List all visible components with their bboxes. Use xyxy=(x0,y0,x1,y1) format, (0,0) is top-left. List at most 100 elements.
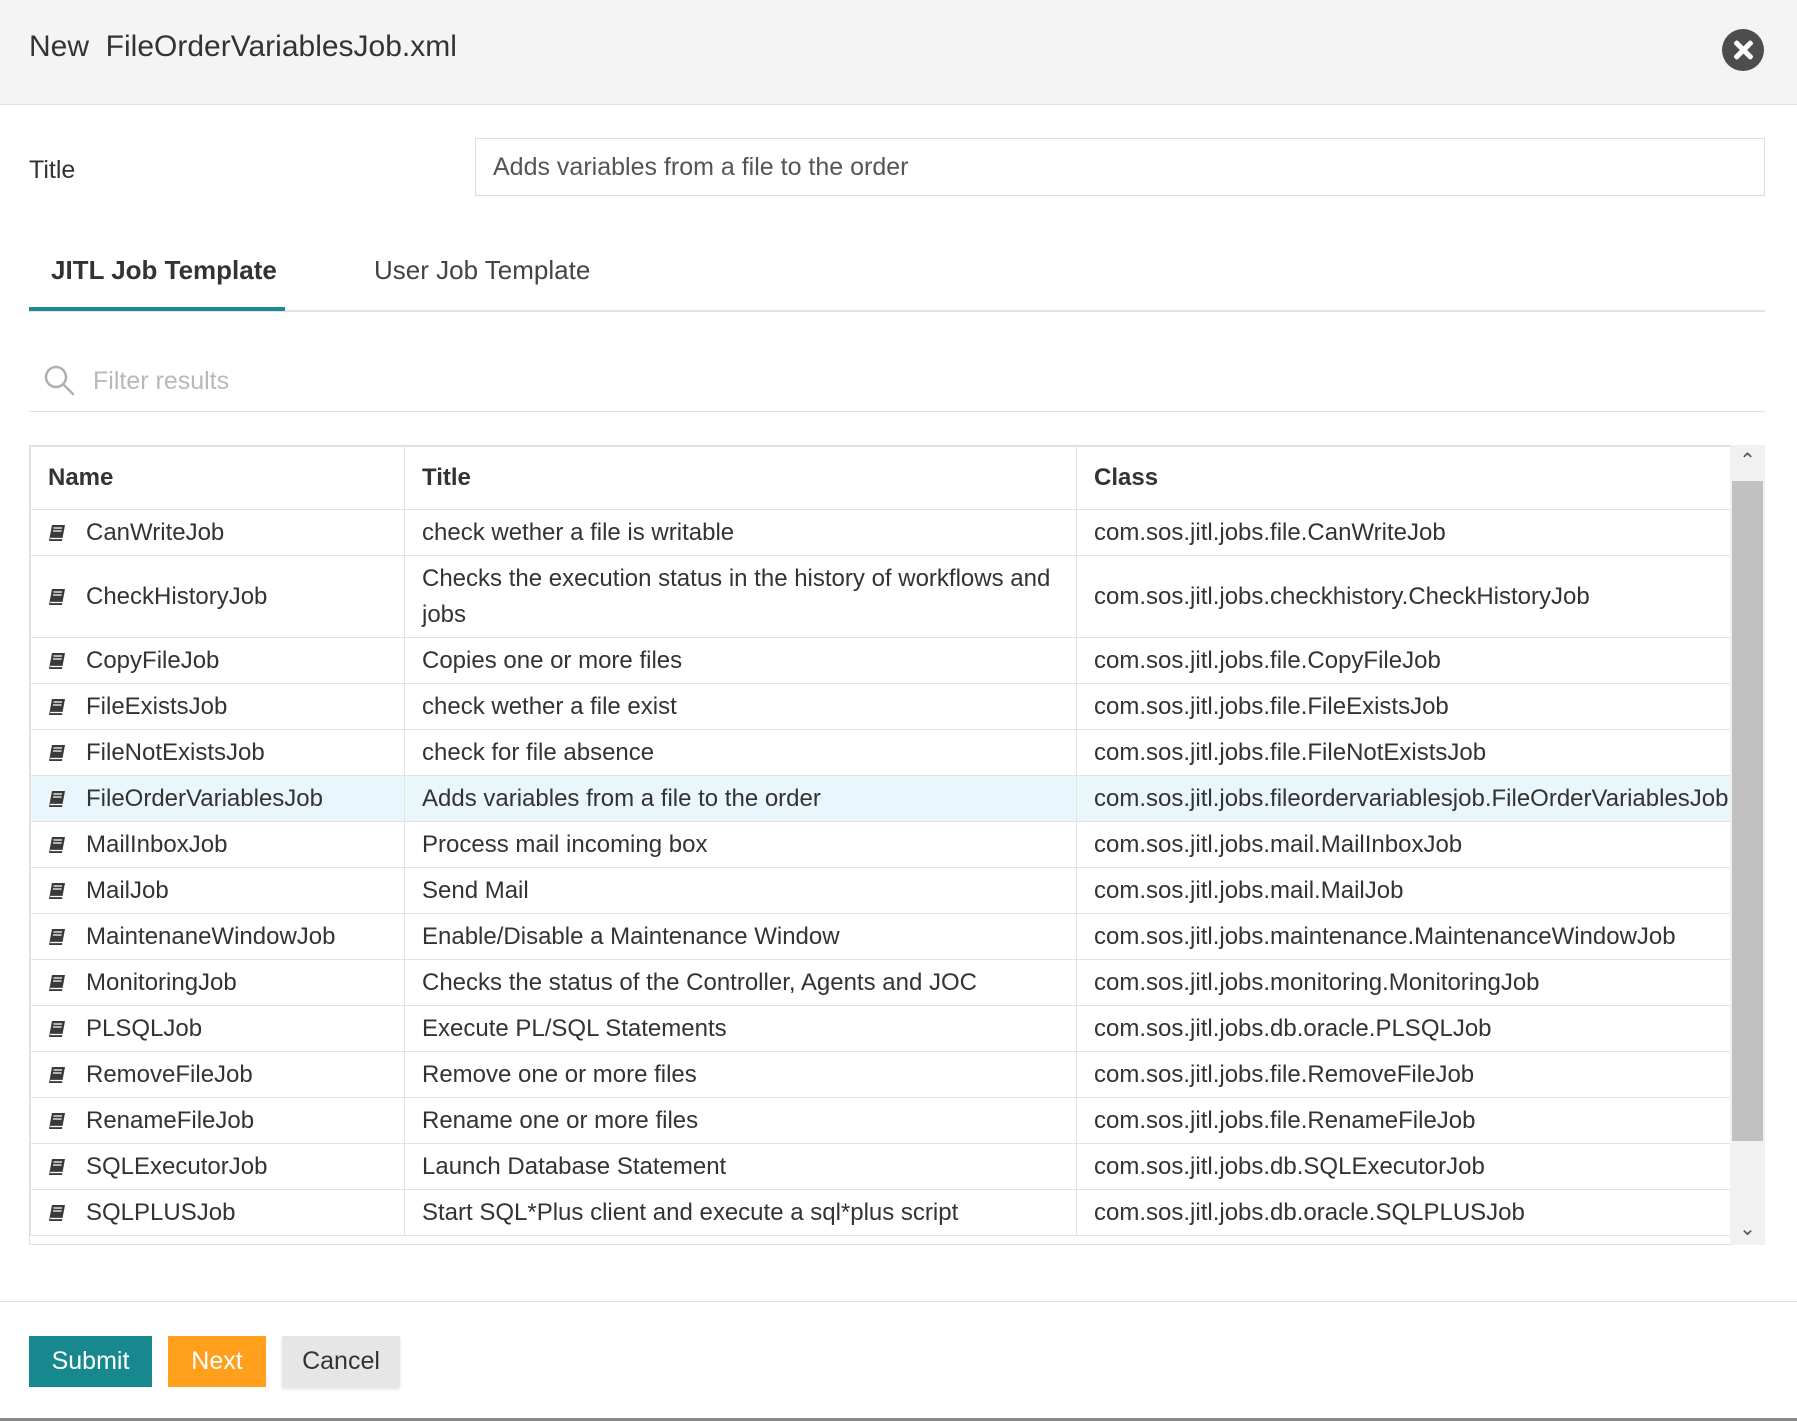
book-icon xyxy=(49,836,65,853)
cell-name: CheckHistoryJob xyxy=(30,555,405,638)
table-row[interactable]: MaintenaneWindowJob Enable/Disable a Main… xyxy=(30,913,1732,960)
table-row[interactable]: FileNotExistsJob check for file absence co… xyxy=(30,729,1732,776)
table-row[interactable]: CanWriteJob check wether a file is writab… xyxy=(30,509,1732,556)
job-name: SQLPLUSJob xyxy=(86,1198,236,1226)
table-row[interactable]: RenameFileJob Rename one or more files com… xyxy=(30,1097,1732,1144)
cell-title: check for file absence xyxy=(404,729,1077,776)
cancel-button[interactable]: Cancel xyxy=(282,1336,400,1387)
table-row[interactable]: PLSQLJob Execute PL/SQL Statements com.sos… xyxy=(30,1005,1732,1052)
cell-name: MailInboxJob xyxy=(30,821,405,868)
submit-button[interactable]: Submit xyxy=(29,1336,152,1387)
cell-name: FileOrderVariablesJob xyxy=(30,775,405,822)
column-header-title[interactable]: Title xyxy=(404,446,1077,510)
active-tab-indicator xyxy=(29,307,285,311)
book-icon xyxy=(49,524,65,541)
column-header-name[interactable]: Name xyxy=(30,446,405,510)
cell-name: FileNotExistsJob xyxy=(30,729,405,776)
cell-title: Checks the status of the Controller, Age… xyxy=(404,959,1077,1006)
cell-title: Enable/Disable a Maintenance Window xyxy=(404,913,1077,960)
cell-class: com.sos.jitl.jobs.db.oracle.SQLPLUSJob xyxy=(1076,1189,1732,1236)
cell-name: MailJob xyxy=(30,867,405,914)
book-icon xyxy=(49,1158,65,1175)
cell-title: Launch Database Statement xyxy=(404,1143,1077,1190)
table-scrollbar[interactable]: ⌃ ⌄ xyxy=(1730,445,1765,1245)
cell-name: SQLExecutorJob xyxy=(30,1143,405,1190)
column-header-class[interactable]: Class xyxy=(1076,446,1732,510)
book-icon xyxy=(49,928,65,945)
cell-name: PLSQLJob xyxy=(30,1005,405,1052)
book-icon xyxy=(49,1020,65,1037)
scrollbar-thumb[interactable] xyxy=(1732,481,1763,1141)
job-name: FileNotExistsJob xyxy=(86,738,265,766)
search-icon xyxy=(44,365,75,396)
table-row[interactable]: RemoveFileJob Remove one or more files com… xyxy=(30,1051,1732,1098)
job-name: RemoveFileJob xyxy=(86,1060,253,1088)
cell-title: Copies one or more files xyxy=(404,637,1077,684)
cell-class: com.sos.jitl.jobs.db.SQLExecutorJob xyxy=(1076,1143,1732,1190)
table-body: CanWriteJob check wether a file is writab… xyxy=(30,509,1732,1236)
book-icon xyxy=(49,882,65,899)
job-name: MailJob xyxy=(86,876,169,904)
cell-name: SQLPLUSJob xyxy=(30,1189,405,1236)
table-row[interactable]: SQLExecutorJob Launch Database Statement c… xyxy=(30,1143,1732,1190)
cell-class: com.sos.jitl.jobs.checkhistory.CheckHist… xyxy=(1076,555,1732,638)
job-name: RenameFileJob xyxy=(86,1106,255,1134)
cell-title: Adds variables from a file to the order xyxy=(404,775,1077,822)
title-input[interactable] xyxy=(475,138,1765,196)
cell-class: com.sos.jitl.jobs.mail.MailInboxJob xyxy=(1076,821,1732,868)
job-name: FileExistsJob xyxy=(86,692,228,720)
cell-class: com.sos.jitl.jobs.fileordervariablesjob.… xyxy=(1076,775,1732,822)
job-name: MaintenaneWindowJob xyxy=(86,922,336,950)
cell-title: Execute PL/SQL Statements xyxy=(404,1005,1077,1052)
next-button[interactable]: Next xyxy=(168,1336,266,1387)
scroll-up-icon[interactable]: ⌃ xyxy=(1730,445,1765,477)
job-name: CheckHistoryJob xyxy=(86,582,268,610)
job-name: MailInboxJob xyxy=(86,830,228,858)
cell-class: com.sos.jitl.jobs.mail.MailJob xyxy=(1076,867,1732,914)
book-icon xyxy=(49,1204,65,1221)
new-job-modal: New FileOrderVariablesJob.xml Title JITL… xyxy=(0,0,1797,1421)
cell-class: com.sos.jitl.jobs.file.CopyFileJob xyxy=(1076,637,1732,684)
cell-class: com.sos.jitl.jobs.file.RenameFileJob xyxy=(1076,1097,1732,1144)
book-icon xyxy=(49,588,65,605)
cell-title: Checks the execution status in the histo… xyxy=(404,555,1077,638)
cell-name: MonitoringJob xyxy=(30,959,405,1006)
modal-header: New FileOrderVariablesJob.xml xyxy=(0,0,1797,105)
book-icon xyxy=(49,974,65,991)
tab-user-job-template[interactable]: User Job Template xyxy=(374,255,590,286)
cell-class: com.sos.jitl.jobs.file.FileExistsJob xyxy=(1076,683,1732,730)
cell-name: RemoveFileJob xyxy=(30,1051,405,1098)
cell-name: MaintenaneWindowJob xyxy=(30,913,405,960)
table-row[interactable]: FileOrderVariablesJob Adds variables from… xyxy=(30,775,1732,822)
filter-input[interactable] xyxy=(91,358,1691,404)
table-row[interactable]: MonitoringJob Checks the status of the Co… xyxy=(30,959,1732,1006)
tab-jitl-job-template[interactable]: JITL Job Template xyxy=(51,255,277,286)
job-name: PLSQLJob xyxy=(86,1014,203,1042)
filter-bar xyxy=(29,350,1765,412)
job-name: CopyFileJob xyxy=(86,646,220,674)
cell-title: Rename one or more files xyxy=(404,1097,1077,1144)
table-row[interactable]: FileExistsJob check wether a file exist co… xyxy=(30,683,1732,730)
table-row[interactable]: SQLPLUSJob Start SQL*Plus client and exec… xyxy=(30,1189,1732,1236)
cell-name: CopyFileJob xyxy=(30,637,405,684)
close-icon[interactable] xyxy=(1722,29,1764,71)
book-icon xyxy=(49,698,65,715)
table-header-row: Name Title Class xyxy=(30,446,1732,510)
cell-title: Start SQL*Plus client and execute a sql*… xyxy=(404,1189,1077,1236)
title-label: Title xyxy=(29,156,76,184)
cell-name: CanWriteJob xyxy=(30,509,405,556)
book-icon xyxy=(49,1066,65,1083)
modal-footer: Submit Next Cancel xyxy=(0,1301,1797,1421)
book-icon xyxy=(49,652,65,669)
cell-title: Remove one or more files xyxy=(404,1051,1077,1098)
cell-class: com.sos.jitl.jobs.file.CanWriteJob xyxy=(1076,509,1732,556)
scroll-down-icon[interactable]: ⌄ xyxy=(1730,1213,1765,1245)
table-row[interactable]: MailInboxJob Process mail incoming box com… xyxy=(30,821,1732,868)
cell-title: check wether a file is writable xyxy=(404,509,1077,556)
book-icon xyxy=(49,1112,65,1129)
cell-class: com.sos.jitl.jobs.db.oracle.PLSQLJob xyxy=(1076,1005,1732,1052)
template-tabs: JITL Job Template User Job Template xyxy=(29,240,1765,312)
table-row[interactable]: MailJob Send Mail com.sos.jitl.jobs.mail.M… xyxy=(30,867,1732,914)
table-row[interactable]: CopyFileJob Copies one or more files com.s… xyxy=(30,637,1732,684)
table-row[interactable]: CheckHistoryJob Checks the execution stat… xyxy=(30,555,1732,638)
